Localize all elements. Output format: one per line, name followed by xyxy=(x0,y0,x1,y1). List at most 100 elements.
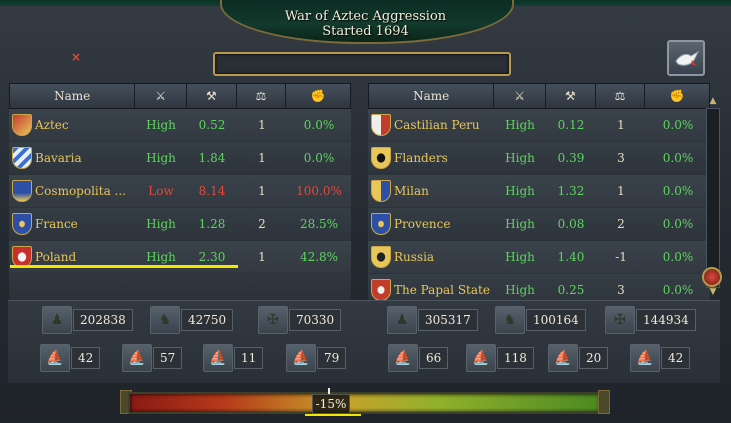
score-value: 0.0% xyxy=(303,151,335,165)
table-row[interactable]: Milan High 1.32 1 0.0% xyxy=(368,175,710,208)
infantry-icon: ♟ xyxy=(42,306,72,334)
castilian-peru-shield-icon xyxy=(371,114,391,136)
highlight-underline xyxy=(10,265,238,268)
unit-count: 144934 xyxy=(636,309,696,331)
table-row[interactable]: Poland High 2.30 1 42.8% xyxy=(9,241,351,274)
table-row[interactable]: France High 1.28 2 28.5% xyxy=(9,208,351,241)
artillery-icon: ✠ xyxy=(258,306,288,334)
table-header: Name ⚔ ⚒ ⚖ ✊ xyxy=(368,83,710,109)
crossed-swords-icon[interactable]: ⚔ xyxy=(494,84,546,108)
table-row[interactable]: Russia High 1.40 -1 0.0% xyxy=(368,241,710,274)
close-icon[interactable]: × xyxy=(71,51,81,63)
strength-value: 0.12 xyxy=(557,118,585,132)
attacker-transports: ⛵ 79 xyxy=(286,344,347,372)
heavy-ship-icon: ⛵ xyxy=(40,344,70,372)
defender-transports: ⛵ 42 xyxy=(630,344,691,372)
table-row[interactable]: Cosmopolita ... Low 8.14 1 100.0% xyxy=(9,175,351,208)
table-row[interactable]: Flanders High 0.39 3 0.0% xyxy=(368,142,710,175)
war-title: War of Aztec Aggression xyxy=(284,9,447,24)
heavy-ship-icon: ⛵ xyxy=(388,344,418,372)
cavalry-icon: ♞ xyxy=(150,306,180,334)
country-name: Russia xyxy=(394,250,435,264)
artillery-icon: ✠ xyxy=(605,306,635,334)
country-name: Poland xyxy=(35,250,77,264)
unit-count: 100164 xyxy=(526,309,586,331)
scrollbar[interactable] xyxy=(706,108,720,288)
score-value: 0.0% xyxy=(662,184,694,198)
papal-state-shield-icon xyxy=(371,279,391,301)
flanders-shield-icon xyxy=(371,147,391,169)
unit-count: 70330 xyxy=(289,309,342,331)
attacker-galleys: ⛵ 11 xyxy=(203,344,264,372)
war-value: 1 xyxy=(258,184,266,198)
light-ship-icon: ⛵ xyxy=(466,344,496,372)
unit-count: 305317 xyxy=(418,309,478,331)
strength-value: 0.39 xyxy=(557,151,585,165)
provence-shield-icon xyxy=(371,213,391,235)
defenders-table: Name ⚔ ⚒ ⚖ ✊ Castilian Peru High 0.12 1 … xyxy=(368,83,710,307)
participation-icon[interactable]: ✊ xyxy=(645,84,709,108)
defender-galleys: ⛵ 20 xyxy=(548,344,609,372)
morale-value: High xyxy=(146,217,176,231)
bavaria-shield-icon xyxy=(12,147,32,169)
morale-value: High xyxy=(505,217,535,231)
country-name: Provence xyxy=(394,217,451,231)
war-value: 2 xyxy=(617,217,625,231)
score-value: 0.0% xyxy=(662,118,694,132)
defender-heavy-ships: ⛵ 66 xyxy=(388,344,449,372)
country-name: France xyxy=(35,217,78,231)
defender-artillery: ✠ 144934 xyxy=(605,306,696,334)
unit-count: 20 xyxy=(579,347,609,369)
crossed-hammers-icon[interactable]: ⚒ xyxy=(546,84,596,108)
table-row[interactable]: Aztec High 0.52 1 0.0% xyxy=(9,109,351,142)
crossed-hammers-icon[interactable]: ⚒ xyxy=(187,84,237,108)
war-value: 3 xyxy=(617,151,625,165)
war-value: 1 xyxy=(617,184,625,198)
peace-offer-button[interactable] xyxy=(667,40,705,76)
country-name: Milan xyxy=(394,184,429,198)
strength-value: 8.14 xyxy=(198,184,226,198)
infantry-icon: ♟ xyxy=(387,306,417,334)
attacker-heavy-ships: ⛵ 42 xyxy=(40,344,101,372)
scales-icon[interactable]: ⚖ xyxy=(237,84,287,108)
transport-icon: ⛵ xyxy=(286,344,316,372)
attacker-light-ships: ⛵ 57 xyxy=(122,344,183,372)
strength-value: 0.08 xyxy=(557,217,585,231)
strength-value: 1.84 xyxy=(198,151,226,165)
country-name: Flanders xyxy=(394,151,448,165)
defender-light-ships: ⛵ 118 xyxy=(466,344,534,372)
galley-icon: ⛵ xyxy=(203,344,233,372)
country-name: Cosmopolita ... xyxy=(35,184,126,198)
scroll-down-icon[interactable]: ▼ xyxy=(706,287,720,297)
table-row[interactable]: Castilian Peru High 0.12 1 0.0% xyxy=(368,109,710,142)
war-value: 1 xyxy=(258,118,266,132)
table-row[interactable]: Provence High 0.08 2 0.0% xyxy=(368,208,710,241)
dove-icon xyxy=(675,50,700,66)
aztec-shield-icon xyxy=(12,114,32,136)
cosmopolita-shield-icon xyxy=(12,180,32,202)
light-ship-icon: ⛵ xyxy=(122,344,152,372)
morale-value: High xyxy=(505,250,535,264)
score-value: 0.0% xyxy=(662,217,694,231)
cavalry-icon: ♞ xyxy=(495,306,525,334)
transport-icon: ⛵ xyxy=(630,344,660,372)
crossed-swords-icon[interactable]: ⚔ xyxy=(135,84,187,108)
scales-icon[interactable]: ⚖ xyxy=(596,84,646,108)
war-value: 2 xyxy=(258,217,266,231)
strength-value: 1.32 xyxy=(557,184,585,198)
unit-count: 202838 xyxy=(73,309,133,331)
scroll-thumb[interactable] xyxy=(702,267,722,287)
participation-icon[interactable]: ✊ xyxy=(286,84,350,108)
strength-value: 1.40 xyxy=(557,250,585,264)
unit-count: 42750 xyxy=(181,309,234,331)
country-name: The Papal State xyxy=(394,283,490,297)
attacker-infantry: ♟ 202838 xyxy=(42,306,133,334)
table-row[interactable]: Bavaria High 1.84 1 0.0% xyxy=(9,142,351,175)
morale-value: High xyxy=(505,184,535,198)
war-value: 1 xyxy=(258,250,266,264)
header-name[interactable]: Name xyxy=(369,84,495,108)
strength-value: 1.28 xyxy=(198,217,226,231)
scroll-up-icon[interactable]: ▲ xyxy=(706,96,720,106)
morale-value: High xyxy=(146,118,176,132)
header-name[interactable]: Name xyxy=(10,84,136,108)
